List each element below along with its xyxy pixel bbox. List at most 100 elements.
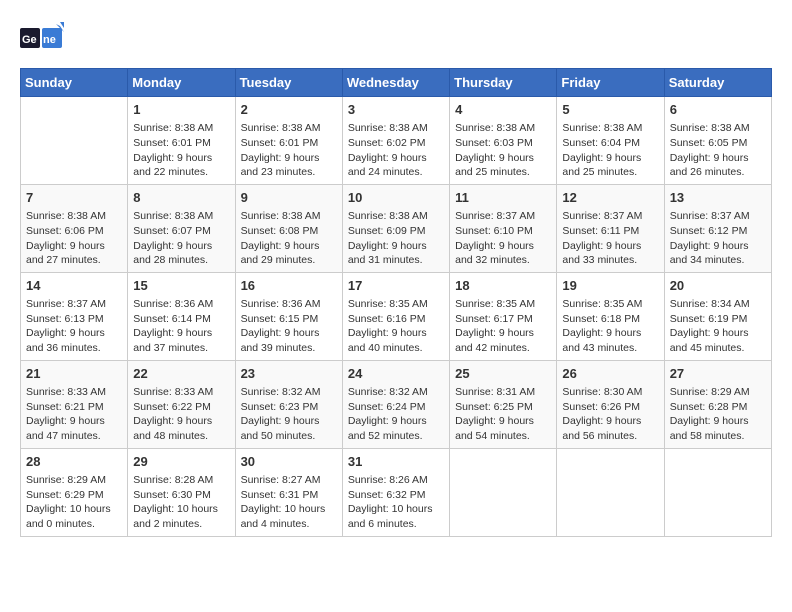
calendar-cell: 31Sunrise: 8:26 AM Sunset: 6:32 PM Dayli… bbox=[342, 448, 449, 536]
calendar-cell: 29 Sunrise: 8:28 AM Sunset: 6:30 PM Dayli… bbox=[128, 448, 235, 536]
calendar-week-2: 7 Sunrise: 8:38 AM Sunset: 6:06 PM Daylig… bbox=[21, 184, 772, 272]
day-number: 9 bbox=[241, 189, 337, 207]
calendar-cell: 21 Sunrise: 8:33 AM Sunset: 6:21 PM Dayli… bbox=[21, 360, 128, 448]
cell-content: Sunrise: 8:29 AM Sunset: 6:29 PM Dayligh… bbox=[26, 473, 122, 532]
day-number: 11 bbox=[455, 189, 551, 207]
calendar-cell: 20 Sunrise: 8:34 AM Sunset: 6:19 PM Dayli… bbox=[664, 272, 771, 360]
cell-content: Sunrise: 8:35 AM Sunset: 6:16 PM Dayligh… bbox=[348, 297, 444, 356]
day-number: 21 bbox=[26, 365, 122, 383]
calendar-cell: 22Sunrise: 8:33 AM Sunset: 6:22 PM Dayli… bbox=[128, 360, 235, 448]
calendar-cell: 12 Sunrise: 8:37 AM Sunset: 6:11 PM Dayli… bbox=[557, 184, 664, 272]
day-number: 25 bbox=[455, 365, 551, 383]
day-number: 27 bbox=[670, 365, 766, 383]
day-number: 2 bbox=[241, 101, 337, 119]
cell-content: Sunrise: 8:37 AM Sunset: 6:11 PM Dayligh… bbox=[562, 209, 658, 268]
day-number: 16 bbox=[241, 277, 337, 295]
day-number: 24 bbox=[348, 365, 444, 383]
day-number: 18 bbox=[455, 277, 551, 295]
calendar-cell: 4 Sunrise: 8:38 AM Sunset: 6:03 PM Daylig… bbox=[450, 97, 557, 185]
cell-content: Sunrise: 8:34 AM Sunset: 6:19 PM Dayligh… bbox=[670, 297, 766, 356]
logo: Ge ne bbox=[20, 20, 68, 60]
calendar-cell: 17 Sunrise: 8:35 AM Sunset: 6:16 PM Dayli… bbox=[342, 272, 449, 360]
calendar-cell: 16 Sunrise: 8:36 AM Sunset: 6:15 PM Dayli… bbox=[235, 272, 342, 360]
calendar-cell: 23 Sunrise: 8:32 AM Sunset: 6:23 PM Dayli… bbox=[235, 360, 342, 448]
day-number: 17 bbox=[348, 277, 444, 295]
calendar-cell: 1 Sunrise: 8:38 AM Sunset: 6:01 PM Daylig… bbox=[128, 97, 235, 185]
cell-content: Sunrise: 8:36 AM Sunset: 6:14 PM Dayligh… bbox=[133, 297, 229, 356]
calendar-cell: 15 Sunrise: 8:36 AM Sunset: 6:14 PM Dayli… bbox=[128, 272, 235, 360]
day-number: 14 bbox=[26, 277, 122, 295]
svg-text:ne: ne bbox=[43, 34, 56, 46]
calendar-cell: 3Sunrise: 8:38 AM Sunset: 6:02 PM Daylig… bbox=[342, 97, 449, 185]
calendar-cell: 11 Sunrise: 8:37 AM Sunset: 6:10 PM Dayli… bbox=[450, 184, 557, 272]
cell-content: Sunrise: 8:32 AM Sunset: 6:23 PM Dayligh… bbox=[241, 385, 337, 444]
day-number: 8 bbox=[133, 189, 229, 207]
cell-content: Sunrise: 8:28 AM Sunset: 6:30 PM Dayligh… bbox=[133, 473, 229, 532]
day-number: 7 bbox=[26, 189, 122, 207]
day-number: 5 bbox=[562, 101, 658, 119]
calendar-cell bbox=[557, 448, 664, 536]
day-number: 28 bbox=[26, 453, 122, 471]
cell-content: Sunrise: 8:38 AM Sunset: 6:03 PM Dayligh… bbox=[455, 121, 551, 180]
cell-content: Sunrise: 8:38 AM Sunset: 6:07 PM Dayligh… bbox=[133, 209, 229, 268]
calendar-cell: 13 Sunrise: 8:37 AM Sunset: 6:12 PM Dayli… bbox=[664, 184, 771, 272]
cell-content: Sunrise: 8:36 AM Sunset: 6:15 PM Dayligh… bbox=[241, 297, 337, 356]
calendar-cell bbox=[664, 448, 771, 536]
day-number: 6 bbox=[670, 101, 766, 119]
day-number: 31 bbox=[348, 453, 444, 471]
cell-content: Sunrise: 8:38 AM Sunset: 6:01 PM Dayligh… bbox=[241, 121, 337, 180]
cell-content: Sunrise: 8:27 AM Sunset: 6:31 PM Dayligh… bbox=[241, 473, 337, 532]
cell-content: Sunrise: 8:38 AM Sunset: 6:06 PM Dayligh… bbox=[26, 209, 122, 268]
day-number: 10 bbox=[348, 189, 444, 207]
calendar-header-row: SundayMondayTuesdayWednesdayThursdayFrid… bbox=[21, 69, 772, 97]
column-header-saturday: Saturday bbox=[664, 69, 771, 97]
calendar-cell: 18 Sunrise: 8:35 AM Sunset: 6:17 PM Dayli… bbox=[450, 272, 557, 360]
column-header-monday: Monday bbox=[128, 69, 235, 97]
day-number: 15 bbox=[133, 277, 229, 295]
calendar-week-3: 14Sunrise: 8:37 AM Sunset: 6:13 PM Dayli… bbox=[21, 272, 772, 360]
day-number: 30 bbox=[241, 453, 337, 471]
calendar-cell: 2 Sunrise: 8:38 AM Sunset: 6:01 PM Daylig… bbox=[235, 97, 342, 185]
svg-text:Ge: Ge bbox=[22, 34, 37, 46]
day-number: 29 bbox=[133, 453, 229, 471]
cell-content: Sunrise: 8:38 AM Sunset: 6:09 PM Dayligh… bbox=[348, 209, 444, 268]
column-header-wednesday: Wednesday bbox=[342, 69, 449, 97]
calendar-cell: 10 Sunrise: 8:38 AM Sunset: 6:09 PM Dayli… bbox=[342, 184, 449, 272]
cell-content: Sunrise: 8:37 AM Sunset: 6:10 PM Dayligh… bbox=[455, 209, 551, 268]
cell-content: Sunrise: 8:32 AM Sunset: 6:24 PM Dayligh… bbox=[348, 385, 444, 444]
page-header: Ge ne bbox=[20, 20, 772, 60]
cell-content: Sunrise: 8:38 AM Sunset: 6:05 PM Dayligh… bbox=[670, 121, 766, 180]
calendar-cell: 24 Sunrise: 8:32 AM Sunset: 6:24 PM Dayli… bbox=[342, 360, 449, 448]
calendar-cell: 5 Sunrise: 8:38 AM Sunset: 6:04 PM Daylig… bbox=[557, 97, 664, 185]
cell-content: Sunrise: 8:37 AM Sunset: 6:12 PM Dayligh… bbox=[670, 209, 766, 268]
calendar-cell: 19Sunrise: 8:35 AM Sunset: 6:18 PM Dayli… bbox=[557, 272, 664, 360]
day-number: 12 bbox=[562, 189, 658, 207]
cell-content: Sunrise: 8:38 AM Sunset: 6:02 PM Dayligh… bbox=[348, 121, 444, 180]
column-header-sunday: Sunday bbox=[21, 69, 128, 97]
calendar-cell: 14Sunrise: 8:37 AM Sunset: 6:13 PM Dayli… bbox=[21, 272, 128, 360]
day-number: 23 bbox=[241, 365, 337, 383]
cell-content: Sunrise: 8:29 AM Sunset: 6:28 PM Dayligh… bbox=[670, 385, 766, 444]
cell-content: Sunrise: 8:38 AM Sunset: 6:01 PM Dayligh… bbox=[133, 121, 229, 180]
day-number: 20 bbox=[670, 277, 766, 295]
cell-content: Sunrise: 8:35 AM Sunset: 6:18 PM Dayligh… bbox=[562, 297, 658, 356]
calendar-cell bbox=[450, 448, 557, 536]
column-header-friday: Friday bbox=[557, 69, 664, 97]
day-number: 26 bbox=[562, 365, 658, 383]
calendar-cell bbox=[21, 97, 128, 185]
calendar-cell: 9Sunrise: 8:38 AM Sunset: 6:08 PM Daylig… bbox=[235, 184, 342, 272]
cell-content: Sunrise: 8:33 AM Sunset: 6:21 PM Dayligh… bbox=[26, 385, 122, 444]
cell-content: Sunrise: 8:33 AM Sunset: 6:22 PM Dayligh… bbox=[133, 385, 229, 444]
day-number: 4 bbox=[455, 101, 551, 119]
calendar-cell: 6 Sunrise: 8:38 AM Sunset: 6:05 PM Daylig… bbox=[664, 97, 771, 185]
calendar-table: SundayMondayTuesdayWednesdayThursdayFrid… bbox=[20, 68, 772, 537]
calendar-cell: 8 Sunrise: 8:38 AM Sunset: 6:07 PM Daylig… bbox=[128, 184, 235, 272]
cell-content: Sunrise: 8:38 AM Sunset: 6:04 PM Dayligh… bbox=[562, 121, 658, 180]
calendar-week-1: 1 Sunrise: 8:38 AM Sunset: 6:01 PM Daylig… bbox=[21, 97, 772, 185]
cell-content: Sunrise: 8:35 AM Sunset: 6:17 PM Dayligh… bbox=[455, 297, 551, 356]
calendar-cell: 28 Sunrise: 8:29 AM Sunset: 6:29 PM Dayli… bbox=[21, 448, 128, 536]
cell-content: Sunrise: 8:30 AM Sunset: 6:26 PM Dayligh… bbox=[562, 385, 658, 444]
day-number: 13 bbox=[670, 189, 766, 207]
day-number: 1 bbox=[133, 101, 229, 119]
column-header-thursday: Thursday bbox=[450, 69, 557, 97]
